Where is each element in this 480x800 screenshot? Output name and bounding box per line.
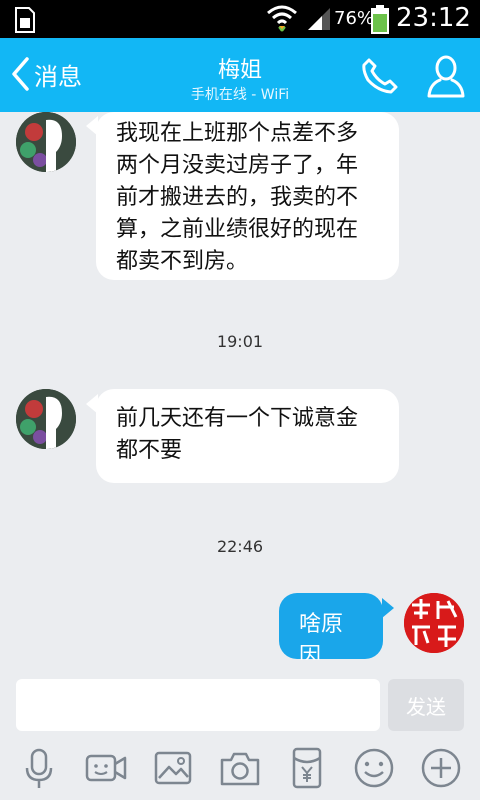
message-text-line: 前几天还有一个下诚意金 [116,406,359,431]
status-bar: 76% 23:12 [0,0,480,38]
composer: 发送 [0,660,480,734]
clock: 23:12 [396,3,471,33]
signal-strength-icon [308,8,330,30]
image-icon[interactable] [151,746,195,790]
wifi-icon [267,5,297,32]
contact-name: 梅姐 [217,58,262,83]
user-avatar[interactable] [404,593,464,653]
phone-icon[interactable] [360,56,400,96]
contact-avatar[interactable] [16,389,76,449]
bubble-tail [382,598,394,618]
message-bubble-incoming[interactable]: 前几天还有一个下诚意金 都不要 [96,389,399,483]
message-bubble-incoming[interactable]: 我现在上班那个点差不多 两个月没卖过房子了，年 前才搬进去的，我卖的不 算，之前… [96,112,399,280]
camera-icon[interactable] [218,746,262,790]
plus-icon[interactable] [419,746,463,790]
battery-icon [371,5,389,34]
message-text-line: 算，之前业绩很好的现在 [116,217,359,242]
message-timestamp: 19:01 [216,332,264,351]
sim-card-icon [15,7,35,33]
message-bubble-outgoing[interactable]: 啥原因 [279,593,383,660]
message-text-line: 都卖不到房。 [116,249,249,274]
contact-status: 手机在线 - WiFi [190,87,290,103]
message-text-line: 两个月没卖过房子了，年 [116,153,359,178]
message-text-line: 都不要 [116,438,183,463]
chat-message-list[interactable]: 我现在上班那个点差不多 两个月没卖过房子了，年 前才搬进去的，我卖的不 算，之前… [0,112,480,660]
contact-avatar[interactable] [16,112,76,172]
emoji-icon[interactable] [352,746,396,790]
battery-percent: 76% [334,8,375,29]
red-packet-icon[interactable] [285,746,329,790]
message-timestamp: 22:46 [216,537,264,556]
message-text-line: 我现在上班那个点差不多 [116,121,359,146]
microphone-icon[interactable] [17,746,61,790]
video-call-icon[interactable] [84,746,128,790]
input-toolbar [0,734,480,800]
chat-header: 消息 梅姐 手机在线 - WiFi [0,38,480,112]
message-text: 啥原因 [299,612,344,660]
message-text-line: 前才搬进去的，我卖的不 [116,185,359,210]
message-input[interactable] [16,679,380,731]
profile-icon[interactable] [426,54,466,98]
send-button[interactable]: 发送 [388,679,464,731]
